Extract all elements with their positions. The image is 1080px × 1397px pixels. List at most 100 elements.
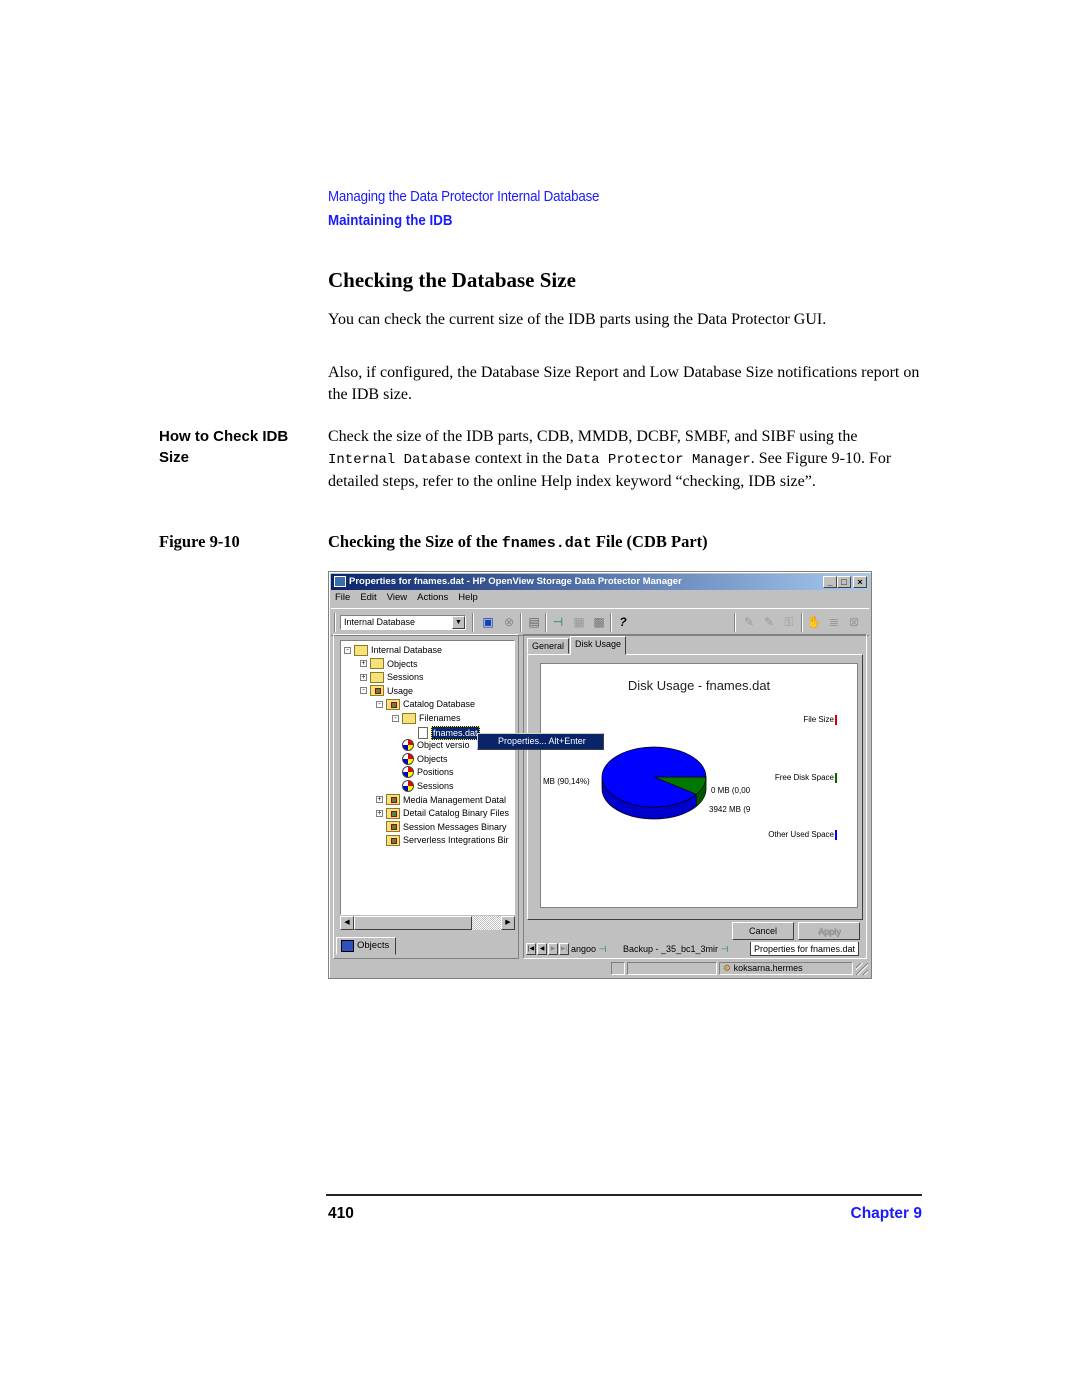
pie-chart bbox=[601, 746, 707, 820]
grid-icon[interactable]: ▦ bbox=[571, 614, 587, 630]
hand-icon[interactable]: ✋ bbox=[806, 614, 822, 630]
tree-node[interactable]: - Filenames bbox=[392, 712, 461, 724]
tree-node-label: Objects bbox=[387, 658, 418, 669]
menu-edit[interactable]: Edit bbox=[360, 592, 376, 603]
folder-icon bbox=[386, 794, 400, 806]
scroll-left-button[interactable]: ◀ bbox=[340, 916, 354, 930]
scroll-track[interactable] bbox=[472, 916, 501, 930]
context-menu-properties[interactable]: Properties... Alt+Enter bbox=[477, 733, 604, 750]
tree-node[interactable]: - Catalog Database bbox=[376, 698, 475, 710]
pin-icon[interactable]: ⊣ bbox=[550, 614, 566, 630]
tree-node[interactable]: Serverless Integrations Bir bbox=[376, 834, 509, 846]
tree-view[interactable]: - Internal Database + Objects + Sessions - Usag… bbox=[340, 640, 515, 915]
tree-node[interactable]: Object versio bbox=[392, 739, 470, 752]
apply-button[interactable]: Apply bbox=[798, 922, 860, 940]
folder-icon bbox=[370, 658, 384, 670]
tree-node[interactable]: fnames.dat bbox=[408, 725, 480, 740]
side-heading-line1: How to Check IDB bbox=[159, 428, 289, 445]
tree-node-label: Filenames bbox=[419, 713, 461, 723]
menu-help[interactable]: Help bbox=[458, 592, 478, 603]
toolbar-separator bbox=[545, 613, 547, 632]
minimize-button[interactable]: _ bbox=[823, 576, 837, 588]
tree-node[interactable]: + Detail Catalog Binary Files bbox=[376, 807, 509, 819]
workspace-tab[interactable]: Backup - _35_bc1_3mir ⊣ bbox=[620, 942, 731, 956]
tree-node[interactable]: - Usage bbox=[360, 685, 413, 697]
tree-node[interactable]: Objects bbox=[392, 752, 448, 765]
toolbar-separator bbox=[801, 613, 803, 632]
window-title: Properties for fnames.dat - HP OpenView … bbox=[349, 576, 682, 587]
scroll-right-button[interactable]: ▶ bbox=[501, 916, 515, 930]
figure-title-b: File (CDB Part) bbox=[591, 532, 708, 551]
tree-node-label: Catalog Database bbox=[403, 699, 476, 710]
tab-disk-usage[interactable]: Disk Usage bbox=[570, 636, 627, 655]
collapse-icon[interactable]: - bbox=[392, 714, 399, 722]
status-bar: ⚙ koksarna.hermes bbox=[331, 960, 869, 976]
toolbar-separator bbox=[520, 613, 522, 632]
disk-usage-panel: Disk Usage - fnames.dat File Size Free D… bbox=[527, 654, 863, 920]
chapter-label: Chapter 9 bbox=[850, 1205, 923, 1222]
window-titlebar: Properties for fnames.dat - HP OpenView … bbox=[331, 574, 869, 590]
maximize-button[interactable]: □ bbox=[837, 576, 851, 588]
server-icon: ⚙ bbox=[723, 963, 732, 973]
tree-node[interactable]: + Objects bbox=[360, 658, 418, 670]
resize-grip[interactable] bbox=[856, 963, 868, 975]
expand-icon[interactable]: + bbox=[376, 796, 383, 804]
tree-node[interactable]: + Sessions bbox=[360, 671, 424, 683]
toolbar-separator bbox=[734, 613, 736, 632]
tree-node[interactable]: Positions bbox=[392, 766, 454, 779]
first-tab-button[interactable]: |◀ bbox=[526, 943, 536, 955]
side-heading-line2: Size bbox=[159, 449, 190, 466]
expand-icon[interactable]: + bbox=[376, 809, 383, 817]
figure-title-a: Checking the Size of the bbox=[328, 532, 502, 551]
collapse-icon[interactable]: - bbox=[344, 646, 351, 654]
close-button[interactable]: × bbox=[853, 576, 867, 588]
prev-tab-button[interactable]: ◀ bbox=[537, 943, 547, 955]
workspace-tab-label: angoo bbox=[571, 944, 597, 954]
manager-icon[interactable]: ▣ bbox=[480, 614, 496, 630]
scroll-thumb[interactable] bbox=[354, 916, 472, 930]
collapse-icon[interactable]: - bbox=[360, 687, 367, 695]
stop-icon[interactable]: ⊗ bbox=[501, 614, 517, 630]
tree-node-label: Session Messages Binary bbox=[403, 821, 507, 832]
tab-objects[interactable]: Objects bbox=[336, 937, 396, 955]
collapse-icon[interactable]: - bbox=[376, 700, 383, 708]
tab-objects-label: Objects bbox=[357, 940, 390, 951]
expand-icon[interactable]: + bbox=[360, 673, 367, 681]
folder-icon bbox=[370, 671, 384, 683]
calendar-icon[interactable]: ▩ bbox=[591, 614, 607, 630]
tree-node[interactable]: Session Messages Binary bbox=[376, 821, 507, 833]
lock-icon[interactable]: ⚿ bbox=[781, 614, 797, 630]
figure-title: Checking the Size of the fnames.dat File… bbox=[328, 532, 708, 552]
chevron-down-icon[interactable]: ▼ bbox=[452, 616, 465, 629]
workspace-tab[interactable]: angoo ⊣ bbox=[568, 942, 609, 956]
results-pane: General Disk Usage Disk Usage - fnames.d… bbox=[523, 634, 867, 959]
figure-title-code: fnames.dat bbox=[501, 535, 592, 552]
context-combo[interactable]: Internal Database ▼ bbox=[340, 615, 466, 630]
cancel-button[interactable]: Cancel bbox=[732, 922, 794, 940]
tree-node[interactable]: + Media Management Datal bbox=[376, 794, 506, 806]
menu-file[interactable]: File bbox=[335, 592, 350, 603]
next-tab-button[interactable]: ▶ bbox=[548, 943, 558, 955]
drive-icon[interactable]: ≣ bbox=[826, 614, 842, 630]
tree-node-label: Objects bbox=[417, 753, 448, 764]
expand-icon[interactable]: + bbox=[360, 660, 367, 668]
tape-icon[interactable]: ⊠ bbox=[846, 614, 862, 630]
window-icon[interactable]: ▤ bbox=[526, 614, 542, 630]
help-icon[interactable]: ? bbox=[615, 614, 631, 630]
running-header-section: Managing the Data Protector Internal Dat… bbox=[328, 189, 600, 205]
tab-general[interactable]: General bbox=[527, 638, 570, 654]
tree-node-label: Positions bbox=[417, 767, 454, 778]
workspace-tab-active[interactable]: Properties for fnames.dat bbox=[750, 942, 860, 956]
folder-icon bbox=[386, 698, 400, 710]
scoping-pane: - Internal Database + Objects + Sessions - Usag… bbox=[333, 634, 519, 959]
pie-slice-other-used-space bbox=[601, 746, 707, 808]
code-data-protector-manager: Data Protector Manager bbox=[565, 451, 751, 468]
toolbar-grip bbox=[334, 613, 336, 632]
wizard1-icon[interactable]: ✎ bbox=[741, 614, 757, 630]
tree-node[interactable]: Sessions bbox=[392, 780, 454, 792]
menu-view[interactable]: View bbox=[387, 592, 407, 603]
tree-node[interactable]: - Internal Database bbox=[344, 644, 442, 656]
wizard2-icon[interactable]: ✎ bbox=[761, 614, 777, 630]
horizontal-scrollbar[interactable]: ◀ ▶ bbox=[340, 916, 515, 930]
menu-actions[interactable]: Actions bbox=[417, 592, 448, 603]
